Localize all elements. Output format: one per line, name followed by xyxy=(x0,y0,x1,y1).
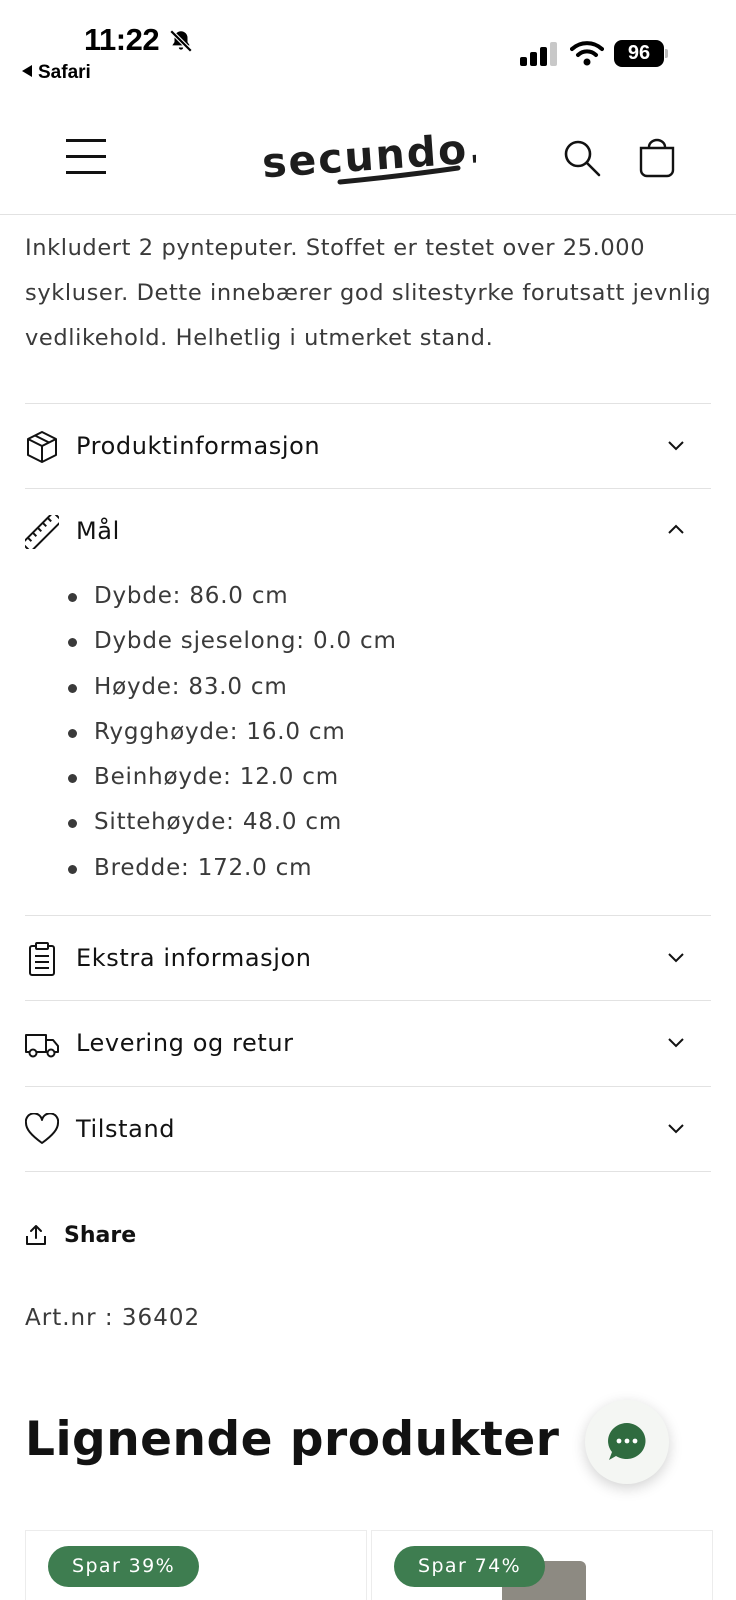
dimensions-list: Dybde: 86.0 cm Dybde sjeselong: 0.0 cm H… xyxy=(68,574,397,891)
list-item: Sittehøyde: 48.0 cm xyxy=(68,800,397,845)
accordion-label: Tilstand xyxy=(76,1115,176,1143)
menu-button[interactable] xyxy=(66,138,106,176)
chevron-up-icon xyxy=(668,524,684,534)
share-icon xyxy=(26,1225,46,1245)
search-icon[interactable] xyxy=(562,138,602,178)
heart-icon xyxy=(25,1113,59,1144)
back-triangle-icon xyxy=(22,65,32,77)
list-item: Høyde: 83.0 cm xyxy=(68,665,397,710)
accordion-levering-og-retur[interactable]: Levering og retur xyxy=(25,1000,711,1085)
chevron-down-icon xyxy=(668,1124,684,1134)
list-item: Beinhøyde: 12.0 cm xyxy=(68,755,397,800)
accordion-label: Mål xyxy=(76,517,120,545)
list-item: Dybde sjeselong: 0.0 cm xyxy=(68,619,397,664)
battery-nub xyxy=(665,49,668,58)
status-bar: 11:22 Safari 96 xyxy=(0,0,736,100)
list-item: Dybde: 86.0 cm xyxy=(68,574,397,619)
related-products-title: Lignende produkter xyxy=(25,1412,560,1467)
chevron-down-icon xyxy=(668,953,684,963)
truck-icon xyxy=(25,1034,59,1058)
discount-badge: Spar 74% xyxy=(394,1546,546,1587)
list-item: Bredde: 172.0 cm xyxy=(68,846,397,891)
back-to-safari[interactable]: Safari xyxy=(22,62,91,84)
product-description: Inkludert 2 pynteputer. Stoffet er teste… xyxy=(25,235,712,351)
chevron-down-icon xyxy=(668,441,684,451)
article-number: Art.nr : 36402 xyxy=(25,1305,201,1331)
accordion-ekstra-informasjon[interactable]: Ekstra informasjon xyxy=(25,915,711,1000)
accordion-label: Levering og retur xyxy=(76,1029,294,1057)
secundo-logo[interactable]: secundo. xyxy=(262,128,476,188)
status-time: 11:22 xyxy=(84,22,160,57)
ruler-icon xyxy=(25,515,59,549)
site-header: secundo. xyxy=(0,100,736,215)
battery-icon: 96 xyxy=(614,40,668,67)
accordion-label: Produktinformasjon xyxy=(76,432,321,460)
accordion-tilstand[interactable]: Tilstand xyxy=(25,1086,711,1171)
accordion-label: Ekstra informasjon xyxy=(76,944,312,972)
chat-bubble-icon xyxy=(608,1423,646,1460)
signal-icon xyxy=(520,42,557,66)
discount-badge: Spar 39% xyxy=(48,1546,200,1587)
clipboard-icon xyxy=(29,942,55,976)
cart-icon[interactable] xyxy=(638,138,676,178)
menu-icon xyxy=(66,139,106,142)
wifi-icon xyxy=(570,41,604,66)
back-app-label: Safari xyxy=(38,62,91,83)
chat-button[interactable] xyxy=(585,1400,669,1484)
accordion-produktinformasjon[interactable]: Produktinformasjon xyxy=(25,403,711,488)
box-icon xyxy=(27,431,57,463)
battery-level: 96 xyxy=(614,40,664,67)
list-item: Rygghøyde: 16.0 cm xyxy=(68,710,397,755)
chevron-down-icon xyxy=(668,1038,684,1048)
bell-slash-icon xyxy=(169,29,193,53)
share-label: Share xyxy=(64,1223,137,1248)
accordion-divider xyxy=(25,1171,711,1172)
